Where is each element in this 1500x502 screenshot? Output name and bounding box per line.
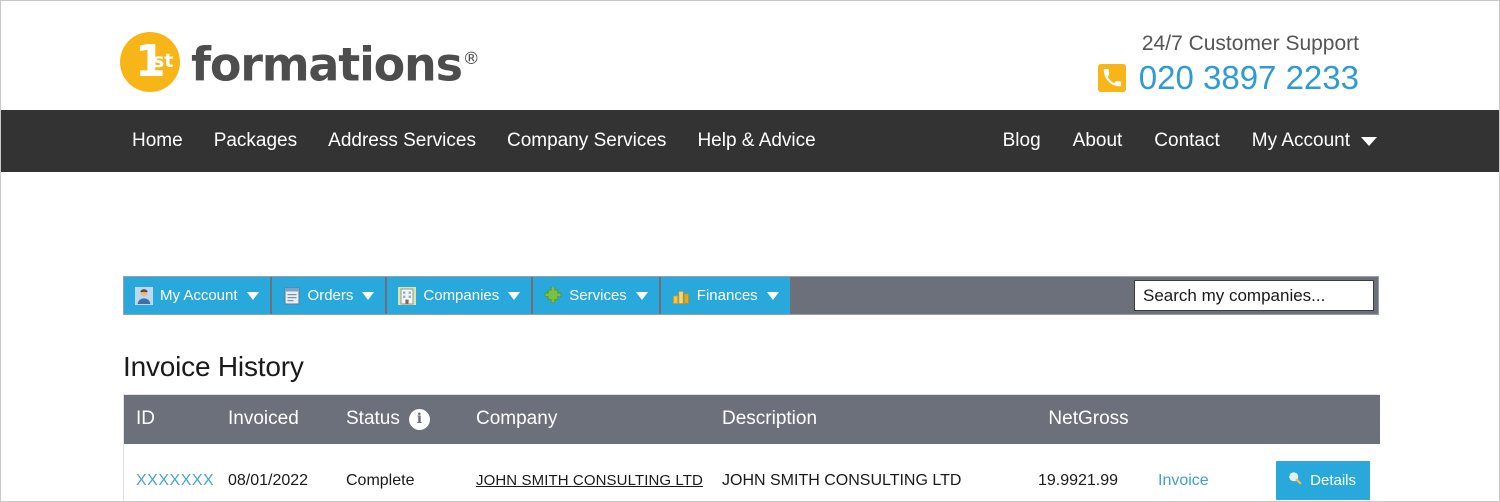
nav-item-my-account-label: My Account bbox=[1251, 130, 1350, 151]
nav-item-about[interactable]: About bbox=[1073, 130, 1123, 152]
invoice-history-table: ID Invoiced Status i Company Description… bbox=[123, 394, 1380, 501]
toolbar-tab-companies[interactable]: Companies bbox=[387, 277, 534, 314]
logo-badge-suffix: st bbox=[153, 50, 174, 72]
support-block: 24/7 Customer Support 020 3897 2233 bbox=[1097, 31, 1359, 96]
search-input[interactable] bbox=[1134, 280, 1374, 311]
cell-company: JOHN SMITH CONSULTING LTD bbox=[476, 444, 722, 501]
cell-net: 19.99 bbox=[1000, 444, 1078, 501]
info-icon[interactable]: i bbox=[408, 408, 430, 430]
search-container bbox=[1134, 280, 1374, 311]
cell-actions: Details bbox=[1248, 444, 1380, 501]
caret-down-icon bbox=[635, 291, 648, 300]
logo-registered-mark: ® bbox=[462, 49, 480, 70]
toolbar-tab-orders[interactable]: Orders bbox=[271, 277, 388, 314]
nav-item-home[interactable]: Home bbox=[132, 130, 183, 152]
page-root: 1 st formations® 24/7 Customer Support 0… bbox=[0, 0, 1500, 502]
chevron-down-icon bbox=[1361, 136, 1377, 146]
column-header-net: Net bbox=[1000, 395, 1078, 444]
column-header-id: ID bbox=[124, 395, 228, 444]
nav-item-contact[interactable]: Contact bbox=[1154, 130, 1219, 152]
cell-gross: 21.99 bbox=[1078, 444, 1158, 501]
details-button[interactable]: Details bbox=[1276, 461, 1370, 500]
column-header-description: Description bbox=[722, 395, 1000, 444]
toolbar-tab-companies-label: Companies bbox=[423, 287, 500, 304]
user-avatar-icon bbox=[135, 286, 153, 305]
toolbar-tab-services-label: Services bbox=[569, 287, 627, 304]
phone-icon bbox=[1097, 64, 1126, 92]
toolbar-tab-services[interactable]: Services bbox=[533, 277, 661, 314]
caret-down-icon bbox=[246, 291, 259, 300]
toolbar-tab-my-account-label: My Account bbox=[160, 287, 238, 304]
caret-down-icon bbox=[766, 291, 779, 300]
toolbar-tab-finances[interactable]: Finances bbox=[660, 277, 790, 314]
main-navigation: Home Packages Address Services Company S… bbox=[1, 110, 1499, 172]
building-icon bbox=[398, 286, 417, 305]
invoice-download-link[interactable]: Invoice bbox=[1158, 472, 1209, 489]
column-header-status: Status i bbox=[346, 395, 476, 444]
logo-wordmark: formations® bbox=[191, 33, 480, 92]
main-nav-left: Home Packages Address Services Company S… bbox=[132, 130, 816, 152]
nav-item-address-services[interactable]: Address Services bbox=[328, 130, 476, 152]
nav-item-my-account[interactable]: My Account bbox=[1252, 130, 1377, 152]
order-document-icon bbox=[283, 287, 301, 305]
column-header-status-label: Status bbox=[346, 408, 400, 429]
support-label: 24/7 Customer Support bbox=[1141, 32, 1359, 55]
caret-down-icon bbox=[508, 291, 521, 300]
table-header-row: ID Invoiced Status i Company Description… bbox=[124, 395, 1380, 444]
account-toolbar: My Account Orders Companies Services Fin… bbox=[123, 276, 1379, 315]
support-phone-number[interactable]: 020 3897 2233 bbox=[1139, 60, 1359, 96]
page-title: Invoice History bbox=[123, 351, 304, 382]
logo-badge-icon: 1 st bbox=[120, 32, 180, 92]
account-toolbar-tabs: My Account Orders Companies Services Fin… bbox=[124, 277, 790, 314]
toolbar-tab-finances-label: Finances bbox=[696, 287, 758, 304]
cell-status: Complete bbox=[346, 444, 476, 501]
column-header-invoice-link bbox=[1158, 395, 1248, 444]
cell-id: XXXXXXX bbox=[124, 444, 228, 501]
nav-item-packages[interactable]: Packages bbox=[214, 130, 297, 152]
support-phone-row[interactable]: 020 3897 2233 bbox=[1097, 60, 1359, 96]
main-nav-right: Blog About Contact My Account bbox=[1003, 130, 1377, 152]
site-logo[interactable]: 1 st formations® bbox=[120, 31, 480, 93]
cell-invoice-link: Invoice bbox=[1158, 444, 1248, 501]
nav-item-blog[interactable]: Blog bbox=[1003, 130, 1041, 152]
cell-description: JOHN SMITH CONSULTING LTD bbox=[722, 444, 1000, 501]
column-header-gross: Gross bbox=[1078, 395, 1158, 444]
magnifier-icon bbox=[1288, 471, 1302, 489]
column-header-actions bbox=[1248, 395, 1380, 444]
toolbar-tab-orders-label: Orders bbox=[307, 287, 354, 304]
column-header-invoiced: Invoiced bbox=[228, 395, 346, 444]
column-header-company: Company bbox=[476, 395, 722, 444]
site-header: 1 st formations® 24/7 Customer Support 0… bbox=[1, 1, 1499, 110]
cell-invoiced: 08/01/2022 bbox=[228, 444, 346, 501]
toolbar-tab-my-account[interactable]: My Account bbox=[124, 277, 272, 314]
table-row: XXXXXXX 08/01/2022 Complete JOHN SMITH C… bbox=[124, 444, 1380, 501]
caret-down-icon bbox=[362, 291, 375, 300]
puzzle-piece-icon bbox=[544, 285, 562, 305]
bar-chart-icon bbox=[672, 287, 690, 305]
logo-wordmark-text: formations bbox=[191, 37, 463, 92]
nav-item-company-services[interactable]: Company Services bbox=[507, 130, 666, 152]
invoice-id-link[interactable]: XXXXXXX bbox=[136, 472, 214, 489]
company-name-link[interactable]: JOHN SMITH CONSULTING LTD bbox=[476, 472, 703, 489]
nav-item-help-advice[interactable]: Help & Advice bbox=[697, 130, 815, 152]
details-button-label: Details bbox=[1310, 471, 1356, 489]
